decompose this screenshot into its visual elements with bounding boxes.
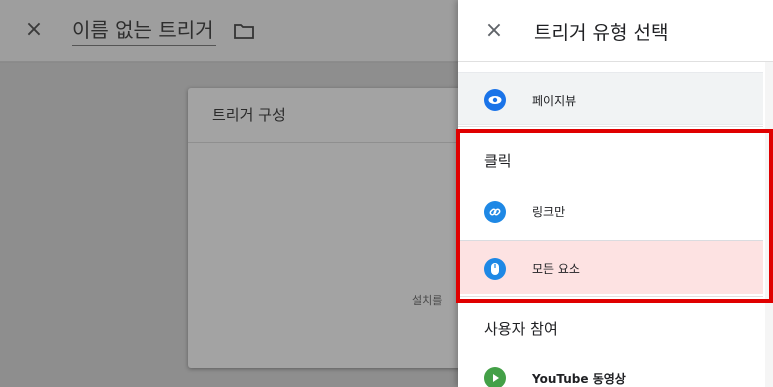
trigger-item-pageview[interactable]: 페이지뷰 xyxy=(458,72,763,125)
play-icon xyxy=(484,367,506,387)
editor-close-icon[interactable]: × xyxy=(22,18,46,42)
card-hint-text: 설치를 xyxy=(412,294,443,307)
trigger-item-youtube[interactable]: YouTube 동영상 xyxy=(458,356,763,387)
trigger-config-card: 트리거 구성 설치를 xyxy=(188,88,478,368)
panel-header: × 트리거 유형 선택 xyxy=(458,0,773,62)
scrollbar[interactable] xyxy=(765,62,773,387)
link-icon xyxy=(484,201,506,223)
folder-icon[interactable] xyxy=(233,22,255,40)
trigger-item-label: YouTube 동영상 xyxy=(532,372,626,386)
trigger-item-link-only[interactable]: 링크만 xyxy=(458,184,763,238)
panel-title: 트리거 유형 선택 xyxy=(534,22,669,44)
section-heading-user-engagement: 사용자 참여 xyxy=(484,320,558,338)
card-divider xyxy=(188,142,478,143)
divider xyxy=(458,126,763,127)
close-icon[interactable]: × xyxy=(482,19,506,43)
trigger-item-all-elements[interactable]: 모든 요소 xyxy=(458,240,763,294)
eye-icon xyxy=(484,89,506,111)
divider xyxy=(458,296,763,297)
trigger-item-label: 링크만 xyxy=(532,205,566,219)
trigger-type-panel: × 트리거 유형 선택 페이지뷰 클릭 링크만 모든 요소 사용자 참여 You… xyxy=(458,0,773,387)
card-title: 트리거 구성 xyxy=(212,106,286,124)
section-heading-click: 클릭 xyxy=(484,152,512,170)
trigger-item-label: 모든 요소 xyxy=(532,262,580,276)
trigger-name-field[interactable]: 이름 없는 트리거 xyxy=(72,16,216,46)
mouse-icon xyxy=(484,258,506,280)
trigger-item-label: 페이지뷰 xyxy=(532,94,577,108)
